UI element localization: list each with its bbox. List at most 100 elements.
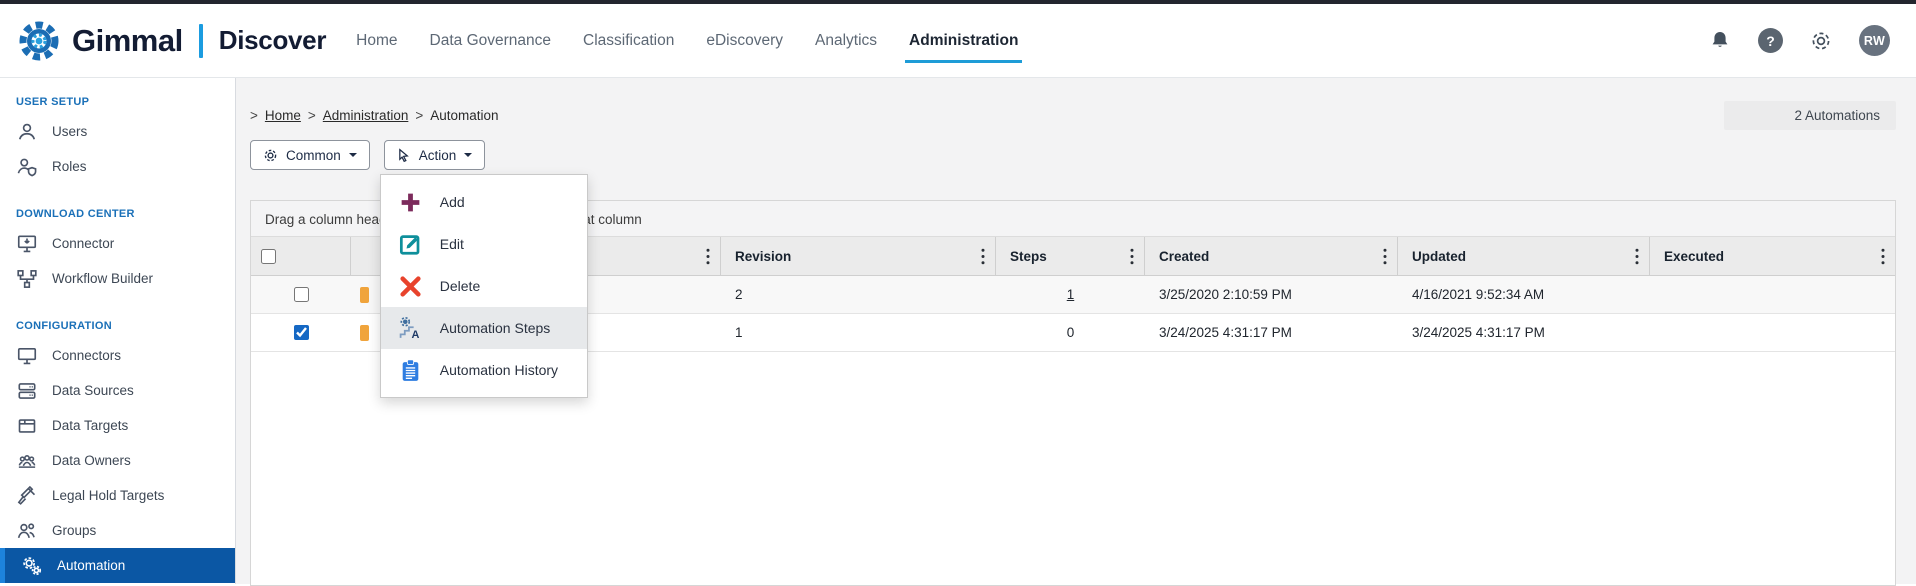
sidebar-item-legal-hold-targets[interactable]: Legal Hold Targets (0, 478, 235, 513)
app-root: Gimmal Discover Home Data Governance Cla… (0, 0, 1916, 586)
brand-product: Discover (218, 25, 327, 55)
main-content: > Home > Administration > Automation 2 A… (236, 78, 1916, 586)
sidebar-item-data-owners[interactable]: Data Owners (0, 443, 235, 478)
column-header-updated[interactable]: Updated (1398, 237, 1650, 275)
sidebar-item-label: Legal Hold Targets (52, 488, 165, 503)
menu-item-label: Delete (439, 278, 481, 294)
sidebar-item-label: Roles (52, 159, 87, 174)
menu-item-delete[interactable]: Delete (381, 265, 587, 307)
menu-item-automation-steps[interactable]: A Automation Steps (380, 307, 587, 349)
gears-icon (23, 556, 42, 575)
menu-item-automation-history[interactable]: Automation History (381, 349, 587, 391)
brand-name: Gimmal (72, 22, 183, 58)
select-all-checkbox[interactable] (261, 248, 276, 264)
sidebar-section-download-center: DOWNLOAD CENTER (16, 208, 135, 220)
breadcrumb-separator: > (307, 107, 316, 123)
executed-cell (1650, 276, 1895, 313)
menu-item-edit[interactable]: Edit (381, 223, 587, 265)
row-checkbox[interactable] (293, 325, 309, 340)
edit-pencil-icon (399, 234, 420, 255)
sidebar-section-configuration: CONFIGURATION (16, 320, 112, 332)
menu-item-label: Automation History (439, 362, 559, 378)
help-icon[interactable]: ? (1758, 28, 1783, 53)
server-icon (18, 382, 36, 399)
row-select-cell (251, 314, 351, 351)
svg-text:A: A (411, 328, 419, 340)
user-avatar[interactable]: RW (1859, 25, 1890, 56)
settings-gear-icon[interactable] (1809, 29, 1833, 53)
delete-x-icon (400, 275, 421, 297)
column-menu-icon[interactable] (1130, 248, 1134, 265)
created-cell: 3/25/2020 2:10:59 PM (1159, 287, 1292, 302)
automation-count: 2 Automations (1724, 100, 1896, 130)
people-icon (18, 454, 36, 468)
sidebar-item-label: Groups (52, 523, 97, 538)
column-menu-icon[interactable] (981, 248, 985, 265)
nav-item-home[interactable]: Home (356, 4, 397, 77)
automation-name-icon (360, 324, 369, 341)
sidebar-item-label: Data Sources (52, 383, 134, 398)
notifications-bell-icon[interactable] (1708, 29, 1732, 53)
nav-item-analytics[interactable]: Analytics (815, 4, 877, 77)
column-menu-icon[interactable] (706, 248, 710, 265)
column-header-steps[interactable]: Steps (996, 237, 1145, 275)
sidebar-item-roles[interactable]: Roles (0, 149, 235, 184)
chevron-down-icon (464, 153, 473, 161)
sidebar-item-users[interactable]: Users (0, 114, 235, 149)
created-cell: 3/24/2025 4:31:17 PM (1159, 325, 1292, 340)
column-label: Created (1159, 248, 1210, 264)
row-select-cell (251, 276, 351, 313)
workflow-icon (17, 269, 37, 288)
revision-cell: 1 (735, 325, 743, 340)
breadcrumb-row: > Home > Administration > Automation 2 A… (250, 100, 1896, 130)
automation-history-icon (402, 358, 419, 381)
column-header-revision[interactable]: Revision (721, 237, 996, 275)
sidebar-item-data-targets[interactable]: Data Targets (0, 408, 235, 443)
menu-item-label: Edit (439, 236, 464, 252)
sidebar: USER SETUP Users Roles DOWNLOAD CENTER C… (0, 78, 236, 584)
app-header: Gimmal Discover Home Data Governance Cla… (0, 4, 1916, 78)
sidebar-item-workflow-builder[interactable]: Workflow Builder (0, 261, 235, 296)
sidebar-item-connectors[interactable]: Connectors (0, 338, 235, 373)
steps-link[interactable]: 1 (1067, 287, 1075, 302)
sidebar-item-label: Automation (57, 558, 126, 573)
sidebar-item-connector[interactable]: Connector (0, 226, 235, 261)
sidebar-item-label: Workflow Builder (52, 271, 154, 286)
common-button[interactable]: Common (250, 140, 370, 170)
monitor-download-icon (17, 234, 37, 252)
menu-item-add[interactable]: Add (381, 181, 587, 223)
column-label: Updated (1412, 248, 1466, 264)
action-menu: Add Edit Delete A Automation Steps Autom… (379, 174, 588, 398)
automation-name-icon (360, 286, 369, 303)
nav-item-data-governance[interactable]: Data Governance (430, 4, 552, 77)
breadcrumb: > Home > Administration > Automation (250, 108, 499, 123)
column-menu-icon[interactable] (1881, 248, 1885, 265)
sidebar-item-data-sources[interactable]: Data Sources (0, 373, 235, 408)
row-checkbox[interactable] (293, 287, 309, 302)
role-shield-icon (17, 158, 37, 176)
sidebar-item-groups[interactable]: Groups (0, 513, 235, 548)
executed-cell (1650, 314, 1895, 351)
action-button[interactable]: Action (383, 140, 486, 170)
updated-cell: 3/24/2025 4:31:17 PM (1412, 325, 1545, 340)
sidebar-item-automation[interactable]: Automation (0, 548, 235, 583)
steps-cell: 0 (1066, 325, 1075, 340)
column-header-created[interactable]: Created (1145, 237, 1398, 275)
nav-item-classification[interactable]: Classification (583, 4, 674, 77)
breadcrumb-separator: > (250, 107, 258, 123)
column-label: Revision (735, 248, 792, 264)
column-menu-icon[interactable] (1635, 248, 1639, 265)
sidebar-item-label: Users (52, 124, 88, 139)
breadcrumb-administration[interactable]: Administration (323, 108, 409, 123)
nav-item-administration[interactable]: Administration (905, 4, 1023, 77)
sidebar-item-label: Connectors (52, 348, 122, 363)
nav-item-ediscovery[interactable]: eDiscovery (706, 4, 783, 77)
menu-item-label: Automation Steps (439, 320, 551, 336)
breadcrumb-home[interactable]: Home (265, 108, 301, 123)
body-row: USER SETUP Users Roles DOWNLOAD CENTER C… (0, 78, 1916, 586)
column-header-executed[interactable]: Executed (1650, 237, 1895, 275)
column-menu-icon[interactable] (1383, 248, 1387, 265)
common-button-label: Common (286, 147, 341, 163)
brand[interactable]: Gimmal Discover (18, 20, 326, 62)
